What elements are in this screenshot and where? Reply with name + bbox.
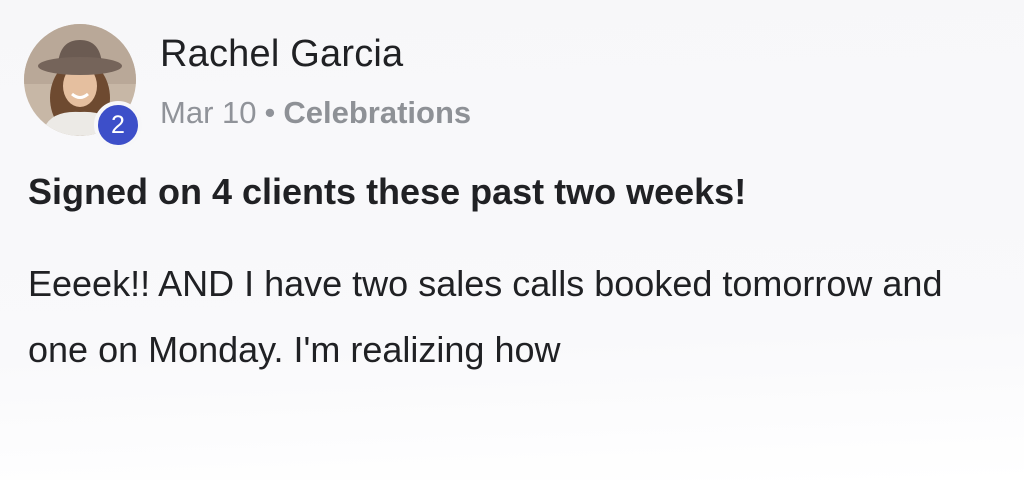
level-badge: 2	[94, 101, 142, 149]
meta-separator: •	[264, 95, 276, 130]
post-card[interactable]: 2 Rachel Garcia Mar 10 • Celebrations Sign…	[0, 0, 1024, 480]
category-link[interactable]: Celebrations	[283, 95, 471, 130]
post-date: Mar 10	[160, 95, 257, 130]
post-body: Eeeek!! AND I have two sales calls booke…	[28, 263, 943, 370]
post-meta: Mar 10 • Celebrations	[160, 94, 471, 132]
author-avatar[interactable]: 2	[24, 24, 142, 149]
post-title[interactable]: Signed on 4 clients these past two weeks…	[28, 168, 746, 216]
author-name[interactable]: Rachel Garcia	[160, 32, 403, 76]
